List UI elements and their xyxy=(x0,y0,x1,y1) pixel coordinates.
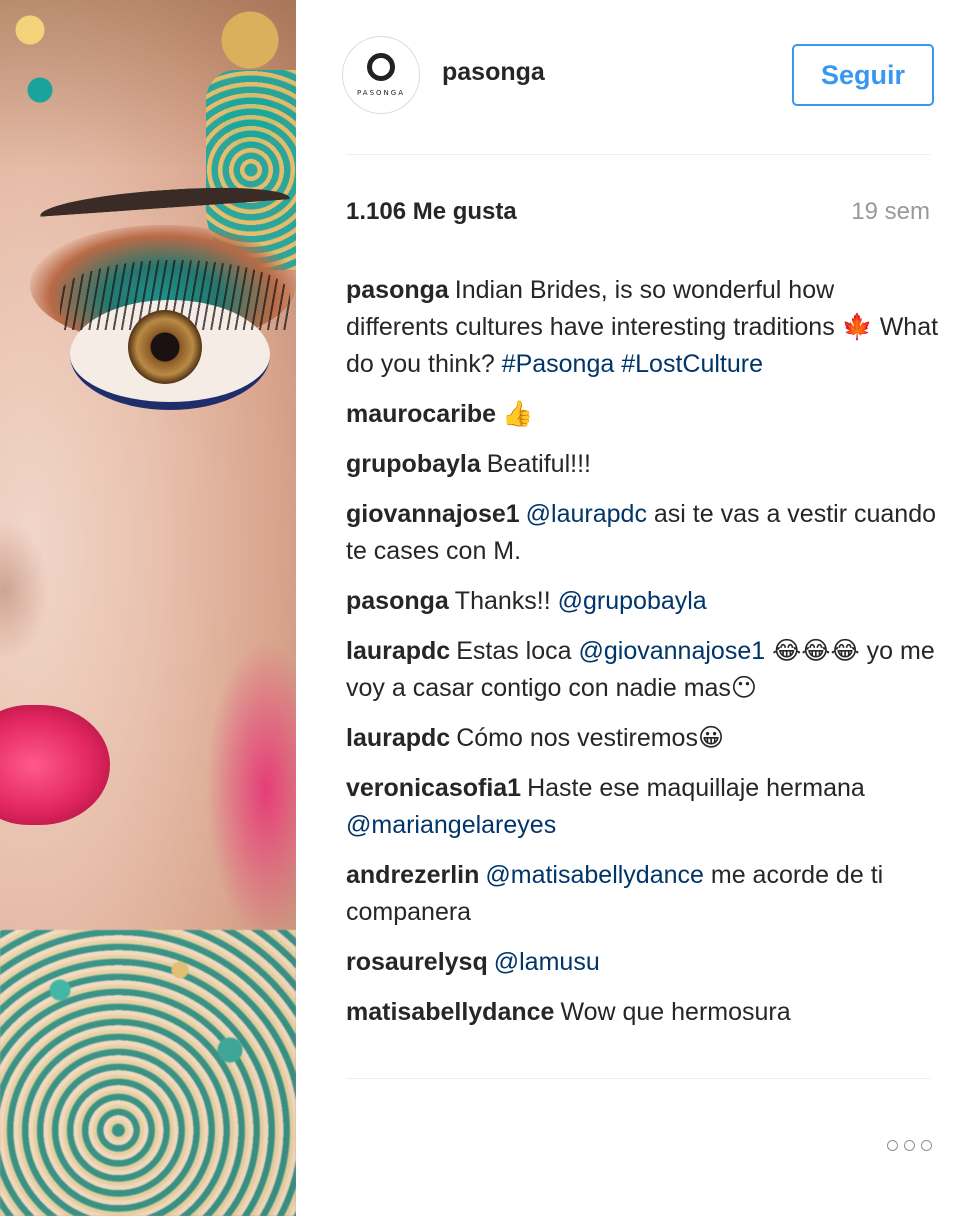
comment-user[interactable]: laurapdc xyxy=(346,637,450,665)
comment-user[interactable]: pasonga xyxy=(346,276,449,304)
post-photo[interactable] xyxy=(0,0,296,1216)
comment: pasonga Indian Brides, is so wonderful ho… xyxy=(346,272,940,383)
nose-shadow xyxy=(0,520,50,660)
avatar[interactable]: PASONGA xyxy=(342,36,420,114)
comments-list: pasonga Indian Brides, is so wonderful ho… xyxy=(346,272,940,1044)
comment-text: Estas loca xyxy=(456,637,572,665)
mention[interactable]: @matisabellydance xyxy=(485,861,704,889)
brand-logo-icon xyxy=(367,53,395,81)
divider xyxy=(346,154,930,155)
comment-user[interactable]: matisabellydance xyxy=(346,998,554,1026)
dot-icon xyxy=(921,1140,932,1151)
comment-user[interactable]: maurocaribe xyxy=(346,400,496,428)
avatar-brand-text: PASONGA xyxy=(357,89,405,97)
comment-user[interactable]: giovannajose1 xyxy=(346,500,520,528)
comment-text: Wow que hermosura xyxy=(560,998,791,1026)
lips xyxy=(0,705,110,825)
comment: veronicasofia1 Haste ese maquillaje herma… xyxy=(346,770,940,844)
username[interactable]: pasonga xyxy=(442,58,545,87)
pink-fabric xyxy=(206,640,296,940)
comment-user[interactable]: laurapdc xyxy=(346,724,450,752)
comment: rosaurelysq @lamusu xyxy=(346,944,940,981)
hashtag[interactable]: #Pasonga xyxy=(502,350,615,378)
comment: laurapdc Estas loca @giovannajose1 😂😂😂 yo… xyxy=(346,633,940,707)
dot-icon xyxy=(887,1140,898,1151)
comment-text: 👍 xyxy=(502,400,534,428)
comment-user[interactable]: grupobayla xyxy=(346,450,481,478)
mention[interactable]: @grupobayla xyxy=(558,587,707,615)
likes-count[interactable]: 1.106 Me gusta xyxy=(346,198,517,226)
follow-button[interactable]: Seguir xyxy=(792,44,934,106)
mention[interactable]: @laurapdc xyxy=(526,500,647,528)
comment-user[interactable]: rosaurelysq xyxy=(346,948,488,976)
comment-user[interactable]: andrezerlin xyxy=(346,861,479,889)
more-options-icon[interactable] xyxy=(887,1140,932,1151)
comment: laurapdc Cómo nos vestiremos😀 xyxy=(346,720,940,757)
comment: maurocaribe 👍 xyxy=(346,396,940,433)
comment: giovannajose1 @laurapdc asi te vas a vest… xyxy=(346,496,940,570)
comment-text: Thanks!! xyxy=(454,587,551,615)
comment: pasonga Thanks!! @grupobayla xyxy=(346,583,940,620)
post-time[interactable]: 19 sem xyxy=(851,198,930,226)
comment-text: Haste ese maquillaje hermana xyxy=(527,774,865,802)
mention[interactable]: @mariangelareyes xyxy=(346,811,556,839)
comment-user[interactable]: pasonga xyxy=(346,587,449,615)
comment-text: Beatiful!!! xyxy=(486,450,591,478)
comment-text: Cómo nos vestiremos😀 xyxy=(456,724,725,752)
post-side-panel: PASONGA pasonga Seguir 1.106 Me gusta 19… xyxy=(296,0,962,1216)
mention[interactable]: @giovannajose1 xyxy=(579,637,766,665)
post-header: PASONGA pasonga Seguir xyxy=(342,36,934,116)
necklace-jewelry xyxy=(0,930,296,1216)
mention[interactable]: @lamusu xyxy=(494,948,600,976)
comment: matisabellydance Wow que hermosura xyxy=(346,994,940,1031)
divider xyxy=(346,1078,930,1079)
dot-icon xyxy=(904,1140,915,1151)
hashtag[interactable]: #LostCulture xyxy=(621,350,763,378)
comment-user[interactable]: veronicasofia1 xyxy=(346,774,521,802)
comment: grupobayla Beatiful!!! xyxy=(346,446,940,483)
iris xyxy=(128,310,202,384)
comment: andrezerlin @matisabellydance me acorde d… xyxy=(346,857,940,931)
